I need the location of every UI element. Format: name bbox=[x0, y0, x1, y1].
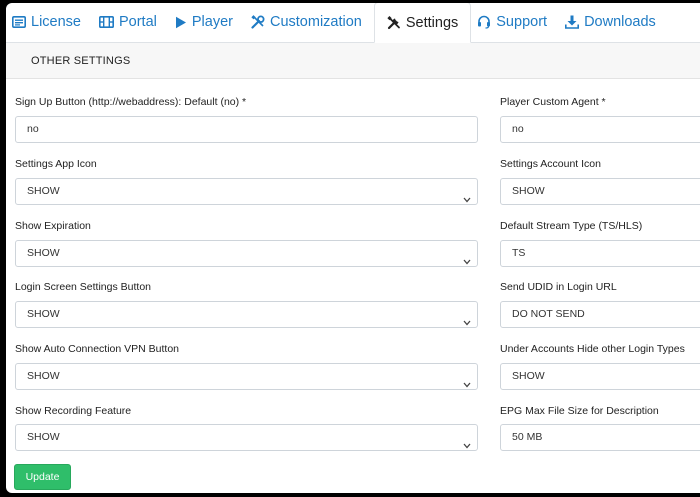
login-settings-button-label: Login Screen Settings Button bbox=[15, 281, 152, 293]
id-card-icon bbox=[12, 16, 26, 28]
tab-downloads[interactable]: Downloads bbox=[559, 3, 668, 42]
tab-settings[interactable]: Settings bbox=[373, 3, 472, 43]
settings-app-icon-label: Settings App Icon bbox=[15, 158, 97, 170]
epg-max-size-select[interactable]: 50 MB bbox=[500, 424, 700, 451]
chevron-down-icon bbox=[463, 188, 471, 204]
play-icon bbox=[175, 16, 187, 29]
update-button[interactable]: Update bbox=[14, 464, 71, 490]
player-custom-agent-input[interactable]: no bbox=[500, 116, 700, 143]
select-value: SHOW bbox=[27, 247, 60, 259]
chevron-down-icon bbox=[463, 250, 471, 266]
auto-vpn-button-label: Show Auto Connection VPN Button bbox=[15, 343, 180, 355]
hide-login-types-select[interactable]: SHOW bbox=[500, 363, 700, 390]
tab-support[interactable]: Support bbox=[471, 3, 559, 42]
recording-feature-select[interactable]: SHOW bbox=[15, 424, 478, 451]
epg-max-size-label: EPG Max File Size for Description bbox=[500, 405, 659, 417]
settings-account-icon-label: Settings Account Icon bbox=[500, 158, 601, 170]
show-expiration-label: Show Expiration bbox=[15, 220, 91, 232]
default-stream-type-label: Default Stream Type (TS/HLS) bbox=[500, 220, 643, 232]
recording-feature-label: Show Recording Feature bbox=[15, 405, 132, 417]
settings-app-icon-select[interactable]: SHOW bbox=[15, 178, 478, 205]
signup-button-label: Sign Up Button (http://webaddress): Defa… bbox=[15, 96, 247, 108]
tab-portal[interactable]: Portal bbox=[93, 3, 169, 42]
headset-icon bbox=[477, 15, 491, 29]
settings-panel: License Portal Player Customization Sett… bbox=[6, 3, 700, 493]
signup-button-input[interactable]: no bbox=[15, 116, 478, 143]
chevron-down-icon bbox=[463, 373, 471, 389]
tab-bar: License Portal Player Customization Sett… bbox=[6, 3, 700, 43]
tab-label: Settings bbox=[405, 14, 459, 31]
tab-label: Customization bbox=[269, 14, 362, 30]
tab-label: Portal bbox=[118, 14, 157, 30]
section-title: OTHER SETTINGS bbox=[6, 43, 700, 79]
tab-customization[interactable]: Customization bbox=[245, 3, 374, 42]
send-udid-label: Send UDID in Login URL bbox=[500, 281, 617, 293]
tab-license[interactable]: License bbox=[6, 3, 93, 42]
select-value: SHOW bbox=[27, 185, 60, 197]
tab-player[interactable]: Player bbox=[169, 3, 245, 42]
download-icon bbox=[565, 15, 580, 29]
chevron-down-icon bbox=[463, 311, 471, 327]
select-value: SHOW bbox=[27, 431, 60, 443]
tab-label: Support bbox=[496, 14, 548, 30]
auto-vpn-button-select[interactable]: SHOW bbox=[15, 363, 478, 390]
tab-label: Player bbox=[191, 14, 233, 30]
tab-label: Downloads bbox=[584, 14, 656, 30]
chevron-down-icon bbox=[463, 434, 471, 450]
default-stream-type-select[interactable]: TS bbox=[500, 240, 700, 267]
select-value: SHOW bbox=[27, 370, 60, 382]
tools-icon bbox=[251, 15, 265, 29]
settings-account-icon-select[interactable]: SHOW bbox=[500, 178, 700, 205]
wrench-icon bbox=[387, 15, 401, 30]
player-custom-agent-label: Player Custom Agent * bbox=[500, 96, 606, 108]
tab-label: License bbox=[31, 14, 81, 30]
show-expiration-select[interactable]: SHOW bbox=[15, 240, 478, 267]
film-icon bbox=[98, 16, 114, 28]
hide-login-types-label: Under Accounts Hide other Login Types bbox=[500, 343, 685, 355]
send-udid-select[interactable]: DO NOT SEND bbox=[500, 301, 700, 328]
select-value: SHOW bbox=[27, 308, 60, 320]
login-settings-button-select[interactable]: SHOW bbox=[15, 301, 478, 328]
